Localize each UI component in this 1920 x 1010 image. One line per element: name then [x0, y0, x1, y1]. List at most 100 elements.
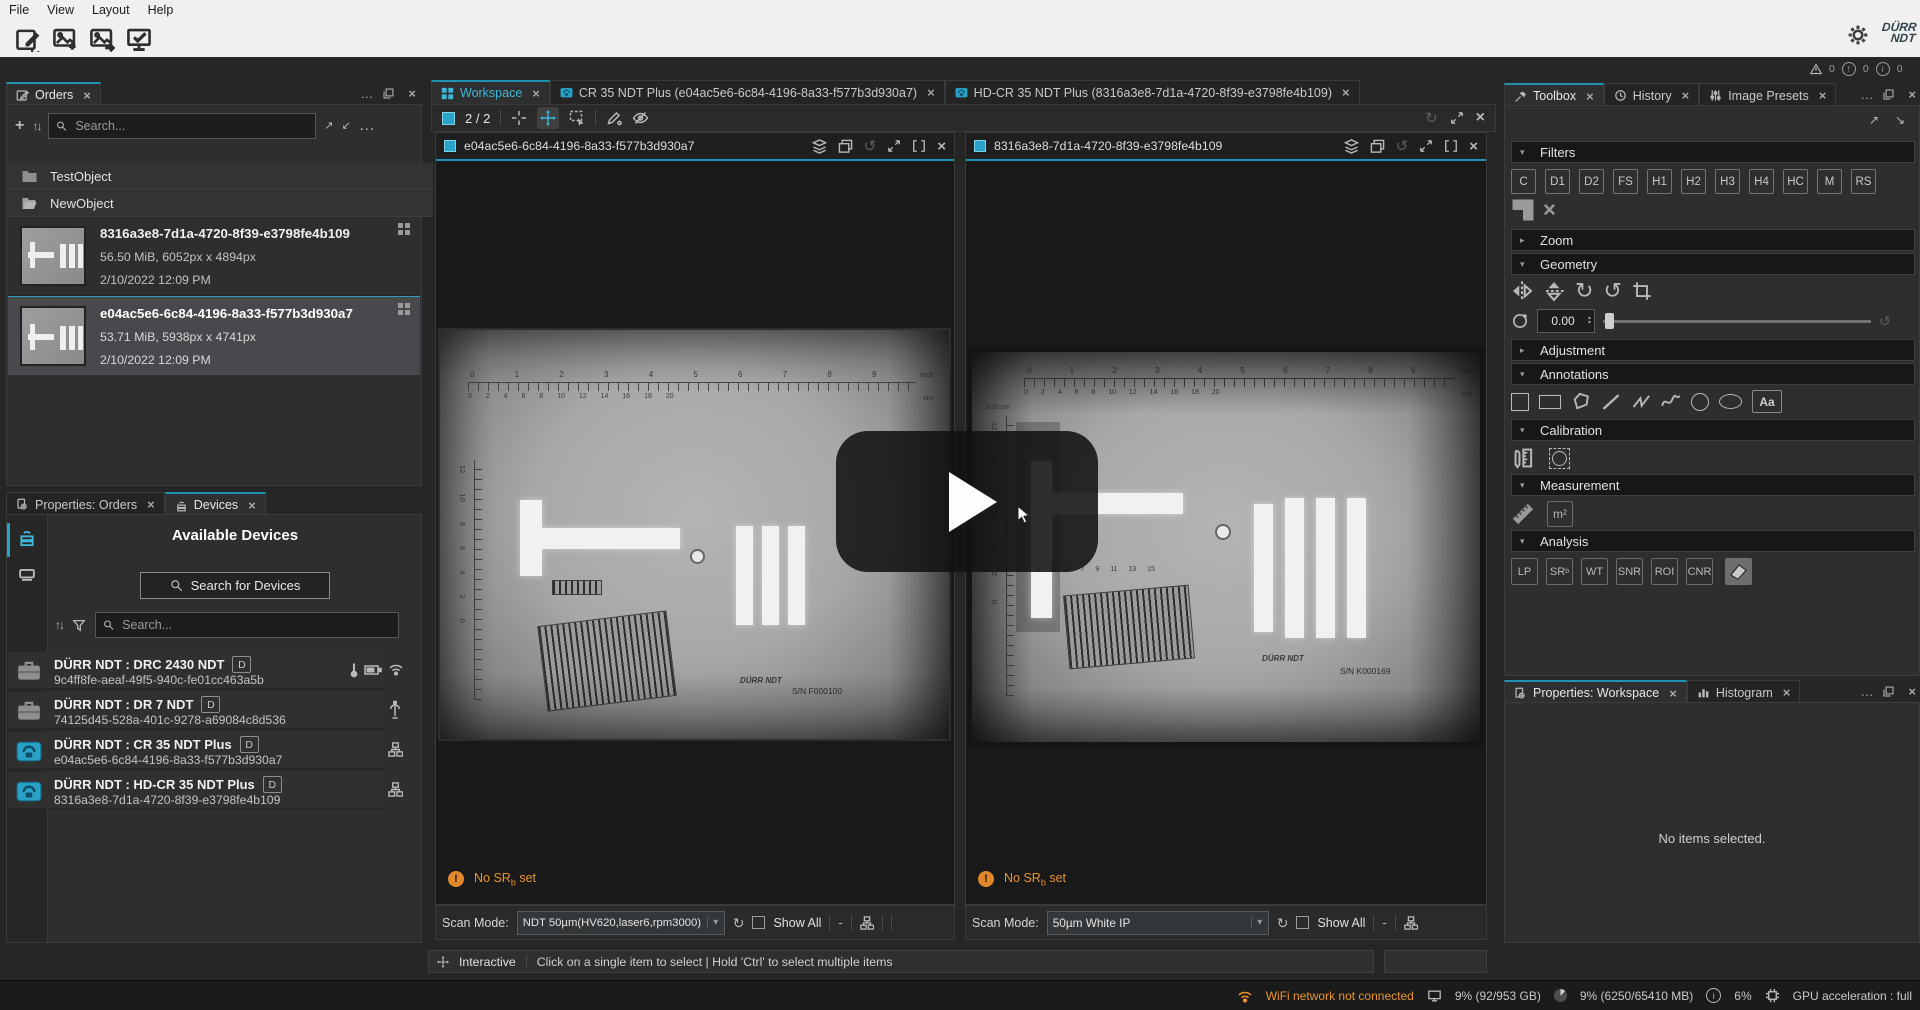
rotate-ccw-icon[interactable]: ↺ — [1603, 280, 1621, 302]
rotation-slider[interactable] — [1603, 312, 1871, 330]
custom-filter-icon[interactable] — [1511, 198, 1535, 222]
layers-icon[interactable] — [1344, 139, 1359, 154]
minimize-panel-icon[interactable]: ↘ — [1895, 114, 1905, 126]
analysis-snr-button[interactable]: SNR — [1616, 558, 1643, 585]
section-calibration[interactable]: ▾ Calibration — [1511, 419, 1915, 441]
filter-hc-button[interactable]: HC — [1783, 169, 1808, 194]
float-panel-icon[interactable] — [1883, 89, 1894, 100]
menu-file[interactable]: File — [0, 1, 38, 19]
analysis-roi-button[interactable]: ROI — [1651, 558, 1678, 585]
viewer-header[interactable]: e04ac5e6-6c84-4196-8a33-f577b3d930a7 ↺ × — [436, 133, 954, 159]
filter-d1-button[interactable]: D1 — [1545, 169, 1570, 194]
flip-vertical-icon[interactable] — [1543, 280, 1565, 302]
close-icon[interactable]: × — [927, 85, 935, 100]
grid-view-icon[interactable] — [398, 303, 410, 315]
annotation-line-icon[interactable] — [1601, 392, 1621, 412]
roundness-calibration-icon[interactable] — [1549, 448, 1570, 469]
expand-icon[interactable] — [1419, 139, 1433, 153]
sync-views-icon[interactable]: ↻ — [1425, 111, 1438, 126]
tab-hdcr35[interactable]: HD-CR 35 NDT Plus (8316a3e8-7d1a-4720-8f… — [945, 80, 1360, 104]
tab-properties-orders[interactable]: Properties: Orders × — [6, 492, 165, 516]
annotation-polygon-icon[interactable] — [1571, 392, 1591, 412]
menu-view[interactable]: View — [38, 1, 83, 19]
more-icon[interactable]: … — [1860, 684, 1873, 699]
section-analysis[interactable]: ▾ Analysis — [1511, 530, 1915, 552]
annotation-ellipse-icon[interactable] — [1719, 394, 1742, 409]
tab-devices[interactable]: Devices × — [165, 492, 266, 516]
detector-devices-tab-icon[interactable] — [17, 563, 37, 583]
viewer-select-icon[interactable] — [974, 140, 986, 152]
analysis-srb-button[interactable]: SRb — [1546, 558, 1573, 585]
annotation-rectangle-icon[interactable] — [1539, 395, 1561, 409]
video-play-button[interactable] — [836, 431, 1098, 572]
show-all-checkbox[interactable] — [752, 916, 765, 929]
filter-h1-button[interactable]: H1 — [1647, 169, 1672, 194]
scan-mode-select[interactable]: 50µm White IP ▾ — [1047, 911, 1269, 935]
import-image-icon[interactable] — [51, 25, 79, 53]
layers-icon[interactable] — [812, 139, 827, 154]
fullscreen-icon[interactable] — [912, 139, 926, 153]
device-row[interactable]: DÜRR NDT : DRC 2430 NDTD 9c4ff8fe-aeaf-4… — [8, 652, 384, 690]
rotation-dial-icon[interactable] — [1511, 312, 1529, 330]
filter-fs-button[interactable]: FS — [1613, 169, 1638, 194]
close-icon[interactable]: × — [1819, 88, 1827, 103]
more-icon[interactable]: … — [359, 118, 375, 134]
order-item-selected[interactable]: e04ac5e6-6c84-4196-8a33-f577b3d930a7 53.… — [8, 296, 420, 375]
close-icon[interactable]: × — [1908, 684, 1916, 699]
folder-row-newobject[interactable]: NewObject — [8, 190, 433, 217]
annotation-circle-icon[interactable] — [1691, 393, 1709, 411]
ruler-measure-icon[interactable] — [1511, 502, 1535, 526]
crosshair-tool-icon[interactable] — [511, 110, 527, 126]
export-image-icon[interactable] — [88, 25, 116, 53]
device-row[interactable]: DÜRR NDT : HD-CR 35 NDT PlusD 8316a3e8-7… — [8, 772, 384, 810]
close-icon[interactable]: × — [937, 139, 946, 154]
section-zoom[interactable]: ▸ Zoom — [1511, 229, 1915, 251]
flip-horizontal-icon[interactable] — [1511, 280, 1533, 302]
sort-icon[interactable]: ↑↓ — [32, 120, 40, 132]
refresh-icon[interactable]: ↻ — [733, 916, 745, 930]
annotation-curve-icon[interactable] — [1661, 392, 1681, 412]
add-order-icon[interactable]: + — [15, 118, 24, 134]
rotate-icon[interactable]: ↺ — [864, 139, 877, 154]
info-circle-icon[interactable]: i — [1706, 988, 1721, 1003]
tab-toolbox[interactable]: Toolbox × — [1504, 83, 1604, 107]
folder-row-testobject[interactable]: TestObject — [8, 163, 433, 190]
acquisition-monitor-icon[interactable] — [125, 25, 153, 53]
section-measurement[interactable]: ▾ Measurement — [1511, 474, 1915, 496]
filter-rs-button[interactable]: RS — [1851, 169, 1876, 194]
copy-image-icon[interactable] — [838, 139, 853, 154]
length-calibration-icon[interactable] — [1511, 446, 1537, 470]
maximize-panel-icon[interactable]: ↗ — [1869, 114, 1879, 126]
tab-workspace[interactable]: Workspace × — [431, 80, 550, 104]
scan-mode-select[interactable]: NDT 50µm(HV620,laser6,rpm3000) ▾ — [517, 911, 725, 935]
close-icon[interactable]: × — [83, 88, 91, 103]
tab-orders[interactable]: Orders × — [6, 82, 101, 106]
device-row[interactable]: DÜRR NDT : CR 35 NDT PlusD e04ac5e6-6c84… — [8, 732, 384, 770]
section-filters[interactable]: ▾ Filters — [1511, 141, 1915, 163]
filter-h2-button[interactable]: H2 — [1681, 169, 1706, 194]
rotation-input[interactable]: 0.00 ▴▾ — [1537, 309, 1595, 333]
fullscreen-icon[interactable] — [1444, 139, 1458, 153]
show-all-checkbox[interactable] — [1296, 916, 1309, 929]
copy-image-icon[interactable] — [1370, 139, 1385, 154]
analysis-wedge-icon[interactable] — [1725, 558, 1752, 585]
tab-histogram[interactable]: Histogram × — [1687, 680, 1801, 704]
annotation-pencil-icon[interactable] — [606, 110, 622, 126]
section-adjustment[interactable]: ▸ Adjustment — [1511, 339, 1915, 361]
section-geometry[interactable]: ▾ Geometry — [1511, 253, 1915, 275]
sort-icon[interactable]: ↑↓ — [55, 619, 63, 631]
filter-d2-button[interactable]: D2 — [1579, 169, 1604, 194]
menu-help[interactable]: Help — [139, 1, 183, 19]
analysis-cnr-button[interactable]: CNR — [1686, 558, 1713, 585]
close-icon[interactable]: × — [1476, 110, 1485, 126]
close-icon[interactable]: × — [1908, 87, 1916, 102]
more-icon[interactable]: … — [360, 86, 373, 101]
filter-c-button[interactable]: C — [1511, 169, 1536, 194]
rotate-icon[interactable]: ↺ — [1396, 139, 1409, 154]
reset-rotation-icon[interactable]: ↺ — [1879, 314, 1891, 328]
more-icon[interactable]: … — [1860, 87, 1873, 102]
close-icon[interactable]: × — [248, 498, 256, 513]
crop-icon[interactable] — [1632, 281, 1652, 301]
slider-thumb[interactable] — [1605, 313, 1614, 329]
close-icon[interactable]: × — [532, 86, 540, 101]
